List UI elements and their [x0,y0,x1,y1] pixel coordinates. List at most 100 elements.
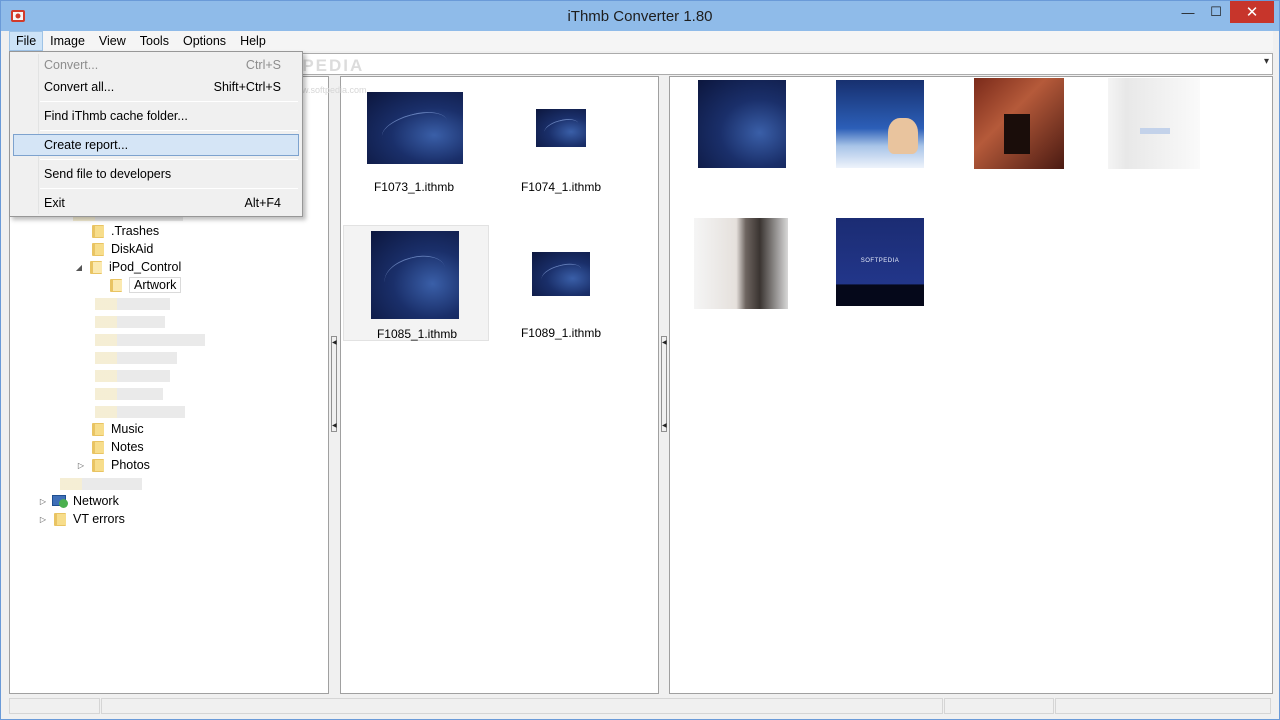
splitter-right[interactable]: ◀ ◀ [661,336,667,432]
menu-item-label: Convert... [44,58,99,72]
menu-item-convert[interactable]: Convert... Ctrl+S [13,54,299,76]
preview-image[interactable] [974,78,1064,169]
menu-view[interactable]: View [92,31,133,51]
expanded-arrow-icon[interactable]: ◢ [74,263,84,272]
folder-icon [90,224,106,238]
arrow-left-icon[interactable]: ◀ [332,422,337,429]
chevron-down-icon[interactable]: ▾ [1264,56,1269,67]
arrow-left-icon[interactable]: ◀ [662,422,667,429]
menu-image[interactable]: Image [43,31,92,51]
folder-open-icon [108,278,124,292]
status-cell [101,698,943,714]
obscured-tree-item [95,370,170,382]
path-combobox[interactable]: ▾ [301,53,1273,75]
menu-help[interactable]: Help [233,31,273,51]
obscured-tree-item [60,478,142,490]
preview-image[interactable] [694,218,788,309]
app-window: iThmb Converter 1.80 — ☐ ✕ File Image Vi… [0,0,1280,720]
thumbnail-filename: F1074_1.ithmb [520,180,602,194]
menu-separator [40,188,298,189]
status-cell [9,698,100,714]
preview-image[interactable] [836,80,924,168]
thumbnail-item[interactable]: F1089_1.ithmb [488,225,634,341]
preview-image[interactable] [1108,78,1200,169]
preview-image[interactable]: SOFTPEDIA [836,218,924,306]
menu-item-send-file[interactable]: Send file to developers [13,163,299,185]
obscured-tree-item [95,388,163,400]
menu-item-label: Convert all... [44,80,115,94]
collapsed-arrow-icon[interactable]: ▷ [76,461,86,470]
tree-item-label: Notes [111,440,144,454]
thumbnail-image [371,231,459,319]
collapsed-arrow-icon[interactable]: ▷ [38,497,48,506]
folder-open-icon [88,260,104,274]
minimize-button[interactable]: — [1174,1,1202,23]
arrow-left-icon[interactable]: ◀ [332,339,337,346]
tree-item-notes[interactable]: Notes [90,438,144,456]
menu-file[interactable]: File [9,31,44,51]
menu-separator [40,130,298,131]
tree-item-trashes[interactable]: .Trashes [90,222,159,240]
tree-item-label: Artwork [129,277,182,293]
tree-item-label: Photos [111,458,150,472]
thumbnail-image [532,252,590,296]
tree-item-label: VT errors [73,512,125,526]
tree-item-vt-errors[interactable]: ▷ VT errors [38,510,125,528]
tree-item-label: DiskAid [111,242,154,256]
tree-item-music[interactable]: Music [90,420,144,438]
menu-options[interactable]: Options [176,31,233,51]
thumbnail-item[interactable]: F1073_1.ithmb [341,83,487,199]
thumbnail-item[interactable]: F1074_1.ithmb [488,83,634,199]
collapsed-arrow-icon[interactable]: ▷ [38,515,48,524]
folder-icon [90,458,106,472]
menu-separator [40,159,298,160]
obscured-tree-item [95,298,170,310]
status-cell [1055,698,1271,714]
tree-item-photos[interactable]: ▷ Photos [76,456,150,474]
tree-item-artwork[interactable]: Artwork [108,276,182,294]
menu-tools[interactable]: Tools [133,31,176,51]
thumbnail-filename: F1089_1.ithmb [520,326,602,340]
tree-item-ipod-control[interactable]: ◢ iPod_Control [74,258,181,276]
image-preview-panel[interactable]: SOFTPEDIA [669,76,1273,694]
ithmb-file-list[interactable]: F1073_1.ithmb F1074_1.ithmb F1085_1.ithm… [340,76,659,694]
folder-icon [90,440,106,454]
obscured-tree-item [95,352,177,364]
menu-separator [40,101,298,102]
menu-item-shortcut: Ctrl+S [245,58,281,72]
network-icon [52,494,68,508]
maximize-button[interactable]: ☐ [1203,1,1229,23]
tree-item-label: Music [111,422,144,436]
menu-item-create-report[interactable]: Create report... [13,134,299,156]
menu-item-exit[interactable]: Exit Alt+F4 [13,192,299,214]
menu-item-shortcut: Shift+Ctrl+S [213,80,281,94]
menu-item-label: Exit [44,196,65,210]
thumbnail-image [536,109,586,147]
close-button[interactable]: ✕ [1230,1,1274,23]
obscured-tree-item [95,406,185,418]
folder-icon [52,512,68,526]
splitter-left[interactable]: ◀ ◀ [331,336,337,432]
thumbnail-image [367,92,463,164]
thumbnail-filename: F1073_1.ithmb [373,180,455,194]
preview-image[interactable] [698,80,786,168]
thumbnail-item-selected[interactable]: F1085_1.ithmb [343,225,489,341]
title-bar[interactable]: iThmb Converter 1.80 — ☐ ✕ [1,1,1279,31]
menu-item-shortcut: Alt+F4 [244,196,281,210]
menu-item-label: Find iThmb cache folder... [44,109,188,123]
window-title: iThmb Converter 1.80 [567,8,713,25]
menu-item-label: Send file to developers [44,167,172,181]
menu-item-label: Create report... [44,138,129,152]
menu-item-find-cache-folder[interactable]: Find iThmb cache folder... [13,105,299,127]
obscured-tree-item [95,334,205,346]
tree-item-label: Network [73,494,119,508]
menu-item-convert-all[interactable]: Convert all... Shift+Ctrl+S [13,76,299,98]
tree-item-network[interactable]: ▷ Network [38,492,119,510]
arrow-left-icon[interactable]: ◀ [662,339,667,346]
tree-item-diskaid[interactable]: DiskAid [90,240,153,258]
status-cell [944,698,1054,714]
status-bar [9,697,1273,715]
thumbnail-filename: F1085_1.ithmb [376,327,458,341]
tree-item-label: iPod_Control [109,260,182,274]
folder-icon [90,242,106,256]
